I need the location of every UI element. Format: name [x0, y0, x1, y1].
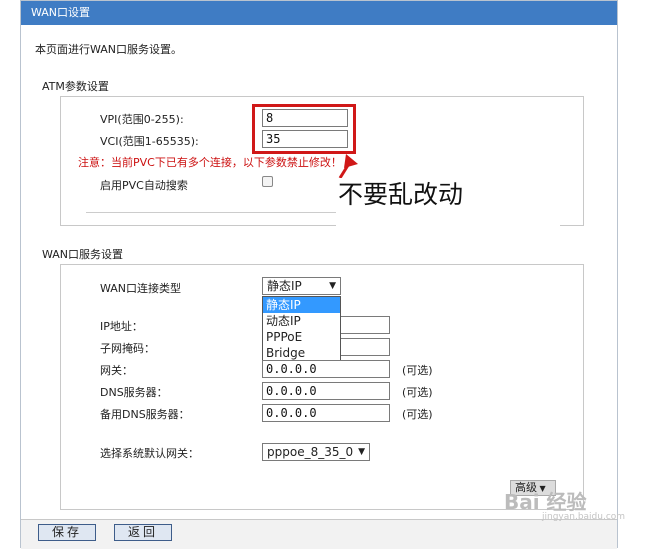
dns-optional: (可选): [402, 386, 433, 399]
gateway-optional: (可选): [402, 364, 433, 377]
wan-section-title: WAN口服务设置: [42, 248, 124, 261]
atm-section-title: ATM参数设置: [42, 80, 109, 93]
bottom-bar: [21, 519, 617, 549]
autosearch-checkbox[interactable]: [262, 176, 273, 187]
chevron-down-icon: ▼: [329, 281, 336, 291]
vci-label: VCI(范围1-65535):: [100, 135, 199, 148]
baidu-watermark: Bai 经验: [504, 490, 587, 514]
dns2-input[interactable]: 0.0.0.0: [262, 404, 390, 422]
dropdown-option-static[interactable]: 静态IP: [263, 297, 340, 313]
conn-type-value: 静态IP: [267, 279, 302, 293]
back-button[interactable]: 返回: [114, 524, 172, 541]
chevron-down-icon: ▼: [358, 447, 365, 457]
ip-label: IP地址：: [100, 320, 143, 333]
window-title: WAN口设置: [21, 1, 617, 25]
dropdown-option-bridge[interactable]: Bridge: [263, 345, 340, 361]
default-gw-label: 选择系统默认网关：: [100, 447, 199, 460]
dropdown-option-pppoe[interactable]: PPPoE: [263, 329, 340, 345]
conn-type-label: WAN口连接类型: [100, 282, 182, 295]
save-button[interactable]: 保存: [38, 524, 96, 541]
dns2-label: 备用DNS服务器：: [100, 408, 190, 421]
warning-text: 注意：当前PVC下已有多个连接，以下参数禁止修改！: [78, 156, 342, 169]
vpi-label: VPI(范围0-255):: [100, 113, 184, 126]
default-gw-value: pppoe_8_35_0: [267, 445, 354, 459]
intro-text: 本页面进行WAN口服务设置。: [35, 43, 183, 56]
dns-input[interactable]: 0.0.0.0: [262, 382, 390, 400]
gateway-label: 网关：: [100, 364, 133, 377]
callout-note: 不要乱改动: [336, 178, 560, 244]
highlight-box: [252, 104, 356, 154]
conn-type-dropdown[interactable]: 静态IP 动态IP PPPoE Bridge: [262, 296, 341, 362]
mask-label: 子网掩码：: [100, 342, 155, 355]
dns-label: DNS服务器：: [100, 386, 168, 399]
baidu-watermark-url: jingyan.baidu.com: [542, 512, 626, 522]
dropdown-option-dynamic[interactable]: 动态IP: [263, 313, 340, 329]
conn-type-select[interactable]: 静态IP ▼: [262, 277, 341, 295]
atm-separator: [86, 212, 336, 213]
autosearch-label: 启用PVC自动搜索: [100, 179, 188, 192]
default-gw-select[interactable]: pppoe_8_35_0 ▼: [262, 443, 370, 461]
dns2-optional: (可选): [402, 408, 433, 421]
gateway-input[interactable]: 0.0.0.0: [262, 360, 390, 378]
